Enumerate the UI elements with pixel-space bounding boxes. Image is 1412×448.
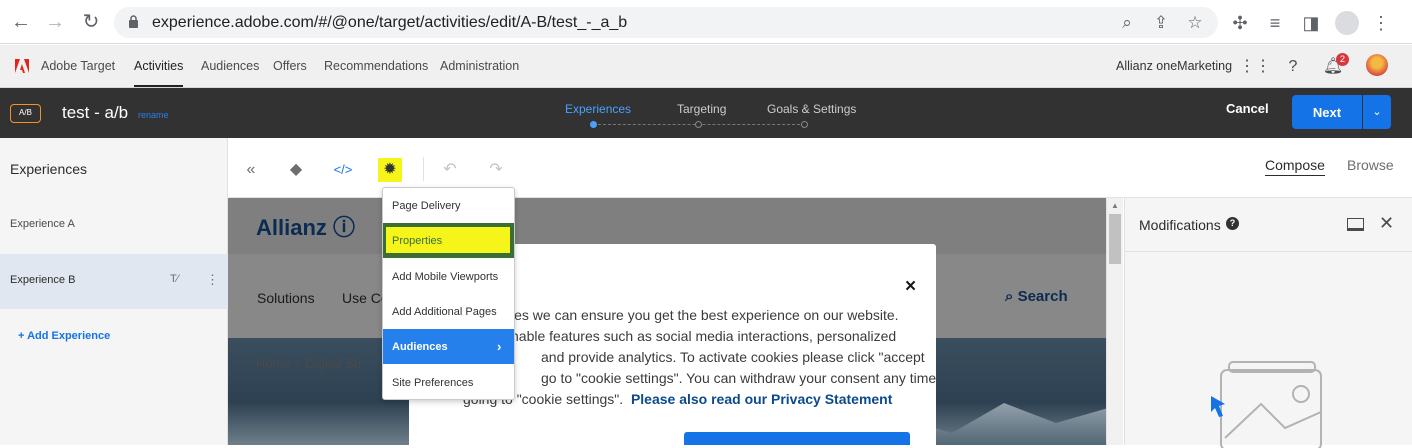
menu-item-properties[interactable]: Properties bbox=[383, 223, 514, 258]
experiences-panel: Experiences Experience A Experience B T⁄… bbox=[0, 138, 228, 445]
nav-audiences[interactable]: Audiences bbox=[201, 59, 259, 73]
cookie-text-line: ies we can ensure you get the best exper… bbox=[511, 307, 899, 323]
step-dot-targeting bbox=[695, 121, 702, 128]
cookie-text-line: go to "cookie settings". You can withdra… bbox=[541, 370, 937, 386]
collapse-double-chevron-icon[interactable]: « bbox=[239, 158, 263, 182]
app-grid-icon[interactable]: ⋮⋮ bbox=[1239, 56, 1271, 78]
next-button[interactable]: Next bbox=[1292, 95, 1362, 129]
activity-header: A/B test - a/b rename Experiences Target… bbox=[0, 88, 1412, 138]
experience-label: Experience B bbox=[10, 274, 76, 286]
reading-list-icon[interactable]: ≡ bbox=[1263, 11, 1287, 35]
extensions-puzzle-icon[interactable]: ✣ bbox=[1228, 11, 1252, 35]
menu-item-site-preferences[interactable]: Site Preferences bbox=[383, 365, 514, 400]
more-menu-icon[interactable]: ⋮ bbox=[1369, 11, 1393, 35]
experiences-title: Experiences bbox=[10, 161, 88, 177]
step-dot-goals bbox=[801, 121, 808, 128]
more-options-icon[interactable]: ⋮ bbox=[206, 272, 219, 288]
lock-icon bbox=[129, 15, 138, 28]
profile-avatar-icon[interactable] bbox=[1335, 11, 1359, 35]
back-arrow-icon[interactable]: ← bbox=[8, 9, 34, 35]
rename-link[interactable]: rename bbox=[138, 110, 169, 120]
menu-item-label: Properties bbox=[392, 235, 443, 247]
activity-type-badge: A/B bbox=[10, 104, 41, 123]
nav-activities[interactable]: Activities bbox=[134, 59, 184, 87]
redo-icon[interactable]: ↷ bbox=[484, 158, 508, 182]
gear-icon[interactable]: ✹ bbox=[378, 158, 402, 182]
browse-tab[interactable]: Browse bbox=[1347, 157, 1394, 173]
menu-item-label: Add Mobile Viewports bbox=[392, 271, 499, 283]
menu-item-label: Site Preferences bbox=[392, 377, 474, 389]
nav-recommendations[interactable]: Recommendations bbox=[324, 59, 428, 73]
cookie-text-line: and provide analytics. To activate cooki… bbox=[541, 349, 925, 365]
close-icon[interactable]: ✕ bbox=[1379, 213, 1394, 234]
org-switcher[interactable]: Allianz oneMarketing bbox=[1116, 59, 1232, 73]
settings-dropdown-menu: Page Delivery Properties Add Mobile View… bbox=[382, 187, 515, 400]
user-avatar[interactable] bbox=[1366, 54, 1388, 76]
cookie-text-line: nable features such as social media inte… bbox=[511, 328, 897, 344]
menu-item-add-mobile-viewports[interactable]: Add Mobile Viewports bbox=[383, 259, 514, 294]
cookie-text-line-last: going to "cookie settings". Please also … bbox=[463, 391, 892, 407]
next-dropdown-chevron-icon[interactable]: ⌄ bbox=[1363, 95, 1391, 129]
modifications-header: Modifications ? ✕ bbox=[1125, 198, 1412, 252]
preview-nav-solutions[interactable]: Solutions bbox=[257, 290, 315, 306]
search-icon: ⌕ bbox=[1005, 288, 1018, 305]
menu-item-label: Add Additional Pages bbox=[392, 306, 497, 318]
help-icon[interactable]: ? bbox=[1226, 217, 1239, 230]
allianz-logo: Allianz ⓘ bbox=[256, 215, 356, 240]
adobe-top-nav: Adobe Target Activities Audiences Offers… bbox=[0, 45, 1412, 88]
reload-icon[interactable]: ↻ bbox=[78, 9, 104, 35]
brand-label: Adobe Target bbox=[41, 59, 116, 73]
menu-item-page-delivery[interactable]: Page Delivery bbox=[383, 188, 514, 223]
modifications-panel: Modifications ? ✕ bbox=[1124, 198, 1412, 448]
display-icon[interactable] bbox=[1347, 218, 1364, 231]
toolbar-divider bbox=[423, 157, 424, 181]
forward-arrow-icon[interactable]: → bbox=[42, 9, 68, 35]
preview-search-label: Search bbox=[1017, 288, 1068, 305]
empty-state-image-icon bbox=[1211, 361, 1322, 448]
nav-offers[interactable]: Offers bbox=[273, 59, 307, 73]
menu-item-label: Audiences bbox=[392, 341, 448, 353]
activity-name: test - a/b bbox=[62, 103, 129, 122]
experience-item-a[interactable]: Experience A bbox=[0, 198, 228, 253]
help-icon[interactable]: ? bbox=[1282, 56, 1304, 78]
notification-badge: 2 bbox=[1336, 53, 1349, 66]
layers-icon[interactable]: ◆ bbox=[284, 158, 308, 182]
modifications-title: Modifications bbox=[1139, 217, 1221, 233]
privacy-statement-link[interactable]: Please also read our Privacy Statement bbox=[631, 391, 892, 407]
adobe-logo-icon bbox=[15, 59, 29, 73]
share-icon[interactable]: ⇪ bbox=[1150, 12, 1172, 34]
scroll-up-arrow-icon[interactable]: ▲ bbox=[1111, 201, 1119, 210]
side-panel-icon[interactable]: ◨ bbox=[1299, 11, 1323, 35]
url-text: experience.adobe.com/#/@one/target/activ… bbox=[152, 14, 628, 31]
step-targeting[interactable]: Targeting bbox=[677, 102, 726, 116]
preview-search[interactable]: ⌕ Search bbox=[1005, 288, 1068, 305]
step-goals-settings[interactable]: Goals & Settings bbox=[767, 102, 856, 116]
close-icon[interactable]: × bbox=[905, 276, 916, 298]
experience-item-b[interactable]: Experience B T⁄ ⋮ bbox=[0, 254, 228, 309]
nav-administration[interactable]: Administration bbox=[440, 59, 519, 73]
preview-scrollbar[interactable]: ▲ bbox=[1106, 198, 1123, 445]
add-experience-link[interactable]: + Add Experience bbox=[18, 330, 110, 342]
scrollbar-thumb[interactable] bbox=[1109, 214, 1121, 264]
browser-toolbar: ← → ↻ experience.adobe.com/#/@one/target… bbox=[0, 0, 1412, 44]
step-dot-experiences bbox=[590, 121, 597, 128]
preview-breadcrumb: Home > Digital Sh bbox=[256, 356, 362, 371]
undo-icon[interactable]: ↶ bbox=[438, 158, 462, 182]
bookmark-star-icon[interactable]: ☆ bbox=[1184, 12, 1206, 34]
cancel-button[interactable]: Cancel bbox=[1226, 101, 1269, 116]
menu-item-add-additional-pages[interactable]: Add Additional Pages bbox=[383, 294, 514, 329]
step-experiences[interactable]: Experiences bbox=[565, 102, 631, 116]
code-icon[interactable]: </> bbox=[331, 158, 355, 182]
address-bar[interactable]: experience.adobe.com/#/@one/target/activ… bbox=[114, 7, 1218, 38]
chevron-right-icon: › bbox=[497, 339, 502, 354]
menu-item-audiences[interactable]: Audiences › bbox=[383, 329, 514, 364]
zoom-icon[interactable]: ⌕ bbox=[1116, 12, 1138, 34]
text-edit-icon[interactable]: T⁄ bbox=[170, 273, 179, 285]
accept-cookies-button[interactable] bbox=[684, 432, 910, 445]
experience-label: Experience A bbox=[10, 218, 75, 230]
menu-item-label: Page Delivery bbox=[392, 200, 461, 212]
compose-tab[interactable]: Compose bbox=[1265, 157, 1325, 176]
